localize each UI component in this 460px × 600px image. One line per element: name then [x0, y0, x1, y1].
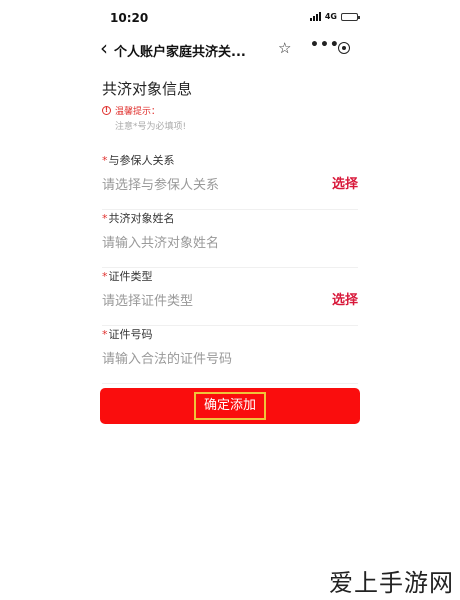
id-number-field[interactable]: *证件号码 请输入合法的证件号码 — [102, 326, 358, 384]
relationship-select[interactable]: 请选择与参保人关系 — [102, 174, 219, 193]
record-icon[interactable] — [338, 42, 350, 54]
confirm-add-button[interactable]: 确定添加 — [100, 388, 360, 424]
field-label: *证件号码 — [102, 326, 153, 342]
tip-row: ! 温馨提示： — [102, 104, 160, 117]
field-label-text: 证件号码 — [108, 328, 153, 341]
confirm-add-label: 确定添加 — [193, 392, 266, 420]
field-label-text: 证件类型 — [108, 270, 153, 283]
battery-icon — [341, 12, 360, 21]
status-time: 10:20 — [110, 11, 149, 25]
required-mark: * — [102, 270, 108, 283]
required-mark: * — [102, 212, 108, 225]
name-field[interactable]: *共济对象姓名 请输入共济对象姓名 — [102, 210, 358, 268]
status-bar: 10:20 4G — [88, 0, 372, 34]
select-id-type-button[interactable]: 选择 — [332, 289, 358, 308]
status-indicators: 4G — [309, 12, 360, 21]
watermark: 爱上手游网 — [329, 569, 454, 597]
info-icon: ! — [102, 106, 111, 115]
field-label: *与参保人关系 — [102, 152, 175, 168]
network-label: 4G — [324, 12, 337, 21]
id-type-select[interactable]: 请选择证件类型 — [102, 290, 193, 309]
field-label: *共济对象姓名 — [102, 210, 175, 226]
tip-note: 注意*号为必填项! — [115, 122, 187, 132]
section-title: 共济对象信息 — [102, 80, 193, 98]
tip-title: 温馨提示： — [115, 107, 161, 117]
field-label-text: 共济对象姓名 — [108, 212, 175, 225]
required-mark: * — [102, 154, 108, 167]
id-number-input[interactable]: 请输入合法的证件号码 — [102, 348, 232, 367]
id-type-field[interactable]: *证件类型 请选择证件类型 选择 — [102, 268, 358, 326]
field-label-text: 与参保人关系 — [108, 154, 175, 167]
star-icon[interactable]: ☆ — [278, 39, 291, 57]
relationship-field[interactable]: *与参保人关系 请选择与参保人关系 选择 — [102, 152, 358, 210]
more-icon[interactable]: ••• — [310, 37, 340, 53]
select-relationship-button[interactable]: 选择 — [332, 173, 358, 192]
field-label: *证件类型 — [102, 268, 153, 284]
page-title: 个人账户家庭共济关... — [114, 45, 246, 60]
name-input[interactable]: 请输入共济对象姓名 — [102, 232, 219, 251]
nav-bar: ‹ 个人账户家庭共济关... ☆ ••• — [88, 34, 372, 66]
phone-screen: 10:20 4G ‹ 个人账户家庭共济关... ☆ ••• 共济对象信息 ! 温… — [88, 0, 372, 600]
signal-icon — [309, 12, 321, 21]
chevron-left-icon[interactable]: ‹ — [100, 38, 108, 58]
required-mark: * — [102, 328, 108, 341]
